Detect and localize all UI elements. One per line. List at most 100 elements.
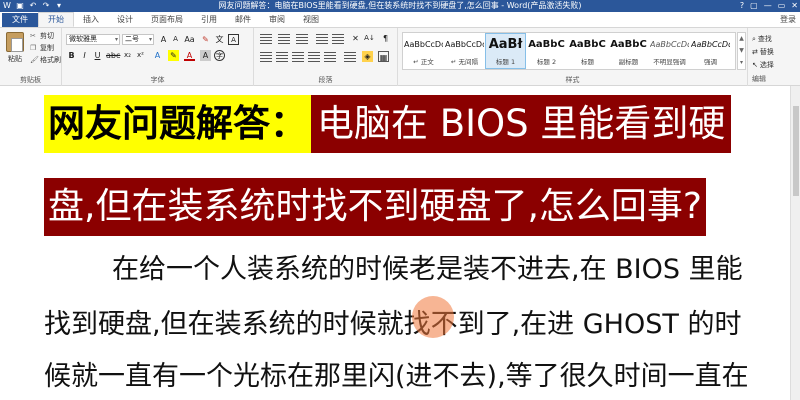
style-normal[interactable]: AaBbCcDd ↵ 正文 xyxy=(403,33,444,69)
style-no-spacing[interactable]: AaBbCcDd ↵ 无间隔 xyxy=(444,33,485,69)
strikethrough-icon[interactable]: abc xyxy=(106,50,120,61)
ribbon-tabs: 文件 开始 插入 设计 页面布局 引用 邮件 审阅 视图 登录 xyxy=(0,12,800,28)
align-center-icon[interactable] xyxy=(276,52,288,62)
cursor-icon: ↖ xyxy=(752,61,758,69)
change-case-icon[interactable]: Aa xyxy=(184,34,195,45)
align-right-icon[interactable] xyxy=(292,52,304,62)
font-size-combo[interactable]: 二号 ▾ xyxy=(122,34,154,45)
style-title[interactable]: AaBbC 标题 xyxy=(567,33,608,69)
styles-scroll[interactable]: ▲ ▼ ▾ xyxy=(737,32,746,70)
paragraph-group: ✕ A↓ ¶ ◈ ▦ 段落 xyxy=(254,28,398,86)
styles-gallery: AaBbCcDd ↵ 正文 AaBbCcDd ↵ 无间隔 AaBł 标题 1 A… xyxy=(402,32,736,70)
cut-button[interactable]: ✂ 剪切 xyxy=(30,31,54,41)
undo-icon[interactable]: ↶ xyxy=(28,1,38,11)
help-button[interactable]: ? xyxy=(740,0,744,12)
tab-references[interactable]: 引用 xyxy=(192,13,226,27)
clear-format-icon[interactable]: ✎ xyxy=(200,34,211,45)
quick-access-toolbar: W ▣ ↶ ↷ ▾ xyxy=(2,1,64,11)
restore-button[interactable]: ▭ xyxy=(778,0,786,12)
multilevel-list-icon[interactable] xyxy=(296,34,308,44)
title-bar: W ▣ ↶ ↷ ▾ 网友问题解答：电脑在BIOS里能看到硬盘,但在装系统时找不到… xyxy=(0,0,800,12)
scroll-thumb[interactable] xyxy=(793,106,799,196)
heading-line-2[interactable]: 盘,但在装系统时找不到硬盘了,怎么回事? xyxy=(44,178,706,236)
body-text-line-2[interactable]: 找到硬盘,但在装系统的时候就找不到了,在进 GHOST 的时 xyxy=(44,305,741,345)
char-border-icon[interactable]: A xyxy=(228,34,239,45)
show-marks-icon[interactable]: ¶ xyxy=(380,33,391,44)
copy-icon: ❐ xyxy=(30,44,37,52)
scissors-icon: ✂ xyxy=(30,32,36,40)
italic-icon[interactable]: I xyxy=(79,50,90,61)
chevron-down-icon: ▾ xyxy=(114,36,118,43)
grow-font-icon[interactable]: A xyxy=(158,34,169,45)
replace-button[interactable]: ⇄ 替换 xyxy=(752,47,774,57)
select-button[interactable]: ↖ 选择 xyxy=(752,60,774,70)
tab-design[interactable]: 设计 xyxy=(108,13,142,27)
font-group-label: 字体 xyxy=(150,76,165,84)
window-controls: ? ▢ — ▭ ✕ xyxy=(740,0,798,12)
tab-view[interactable]: 视图 xyxy=(294,13,328,27)
borders-icon[interactable]: ▦ xyxy=(378,51,389,62)
redo-icon[interactable]: ↷ xyxy=(41,1,51,11)
char-shading-icon[interactable]: A xyxy=(200,50,211,61)
font-color-icon[interactable]: A xyxy=(184,50,195,61)
close-button[interactable]: ✕ xyxy=(791,0,798,12)
window-title: 网友问题解答：电脑在BIOS里能看到硬盘,但在装系统时找不到硬盘了,怎么回事 -… xyxy=(218,1,582,10)
customize-qat-icon[interactable]: ▾ xyxy=(54,1,64,11)
ribbon-display-button[interactable]: ▢ xyxy=(750,0,758,12)
shading-icon[interactable]: ◈ xyxy=(362,51,373,62)
font-name-combo[interactable]: 微软雅黑 ▾ xyxy=(66,34,120,45)
style-heading-2[interactable]: AaBbC 标题 2 xyxy=(526,33,567,69)
numbering-icon[interactable] xyxy=(278,34,290,44)
style-subtle-emphasis[interactable]: AaBbCcDd 不明显强调 xyxy=(649,33,690,69)
heading-red: 电脑在 BIOS 里能看到硬 xyxy=(311,95,732,153)
tab-mailings[interactable]: 邮件 xyxy=(226,13,260,27)
mouse-cursor-highlight xyxy=(412,296,454,338)
highlight-icon[interactable]: ✎ xyxy=(168,50,179,61)
ribbon: 粘贴 ✂ 剪切 ❐ 复制 🖌 格式刷 剪贴板 微软雅黑 ▾ 二号 ▾ A A Aa … xyxy=(0,28,800,86)
superscript-icon[interactable]: x² xyxy=(135,50,146,61)
enclose-char-icon[interactable]: 字 xyxy=(214,50,225,61)
align-left-icon[interactable] xyxy=(260,52,272,62)
increase-indent-icon[interactable] xyxy=(332,34,344,44)
shrink-font-icon[interactable]: A xyxy=(170,34,181,45)
paste-button[interactable]: 粘贴 xyxy=(4,32,26,64)
copy-button[interactable]: ❐ 复制 xyxy=(30,43,54,53)
underline-icon[interactable]: U xyxy=(92,50,103,61)
style-emphasis[interactable]: AaBbCcDd 强调 xyxy=(690,33,731,69)
tab-home[interactable]: 开始 xyxy=(38,12,74,27)
styles-group-label: 样式 xyxy=(565,76,580,84)
tab-file[interactable]: 文件 xyxy=(2,13,38,27)
sort-icon[interactable]: A↓ xyxy=(364,33,375,44)
save-icon[interactable]: ▣ xyxy=(15,1,25,11)
style-subtitle[interactable]: AaBbC 副标题 xyxy=(608,33,649,69)
bullets-icon[interactable] xyxy=(260,34,272,44)
chinese-layout-icon[interactable]: ✕ xyxy=(350,33,361,44)
heading-line-1[interactable]: 网友问题解答： 电脑在 BIOS 里能看到硬 xyxy=(44,95,732,153)
clipboard-group-label: 剪贴板 xyxy=(20,76,41,84)
style-heading-1[interactable]: AaBł 标题 1 xyxy=(485,33,526,69)
login-link[interactable]: 登录 xyxy=(780,14,796,25)
format-painter-button[interactable]: 🖌 格式刷 xyxy=(30,55,61,65)
minimize-button[interactable]: — xyxy=(764,0,772,12)
text-effects-icon[interactable]: A xyxy=(152,50,163,61)
replace-icon: ⇄ xyxy=(752,48,758,56)
body-text-line-1[interactable]: 在给一个人装系统的时候老是装不进去,在 BIOS 里能 xyxy=(112,250,743,290)
vertical-scrollbar[interactable] xyxy=(790,86,800,400)
bold-icon[interactable]: B xyxy=(66,50,77,61)
tab-review[interactable]: 审阅 xyxy=(260,13,294,27)
heading-highlighted: 网友问题解答： xyxy=(44,95,311,153)
find-button[interactable]: ⌕ 查找 xyxy=(752,34,772,44)
paste-icon xyxy=(6,32,24,52)
clipboard-group: 粘贴 ✂ 剪切 ❐ 复制 🖌 格式刷 剪贴板 xyxy=(0,28,62,86)
line-spacing-icon[interactable] xyxy=(344,52,356,62)
phonetic-guide-icon[interactable]: 文 xyxy=(214,34,225,45)
body-text-line-3[interactable]: 候就一直有一个光标在那里闪(进不去),等了很久时间一直在 xyxy=(44,357,749,397)
decrease-indent-icon[interactable] xyxy=(316,34,328,44)
word-icon[interactable]: W xyxy=(2,1,12,11)
tab-page-layout[interactable]: 页面布局 xyxy=(142,13,192,27)
justify-icon[interactable] xyxy=(308,52,320,62)
tab-insert[interactable]: 插入 xyxy=(74,13,108,27)
distributed-icon[interactable] xyxy=(324,52,336,62)
chevron-down-icon: ▾ xyxy=(148,36,152,43)
subscript-icon[interactable]: x₂ xyxy=(122,50,133,61)
